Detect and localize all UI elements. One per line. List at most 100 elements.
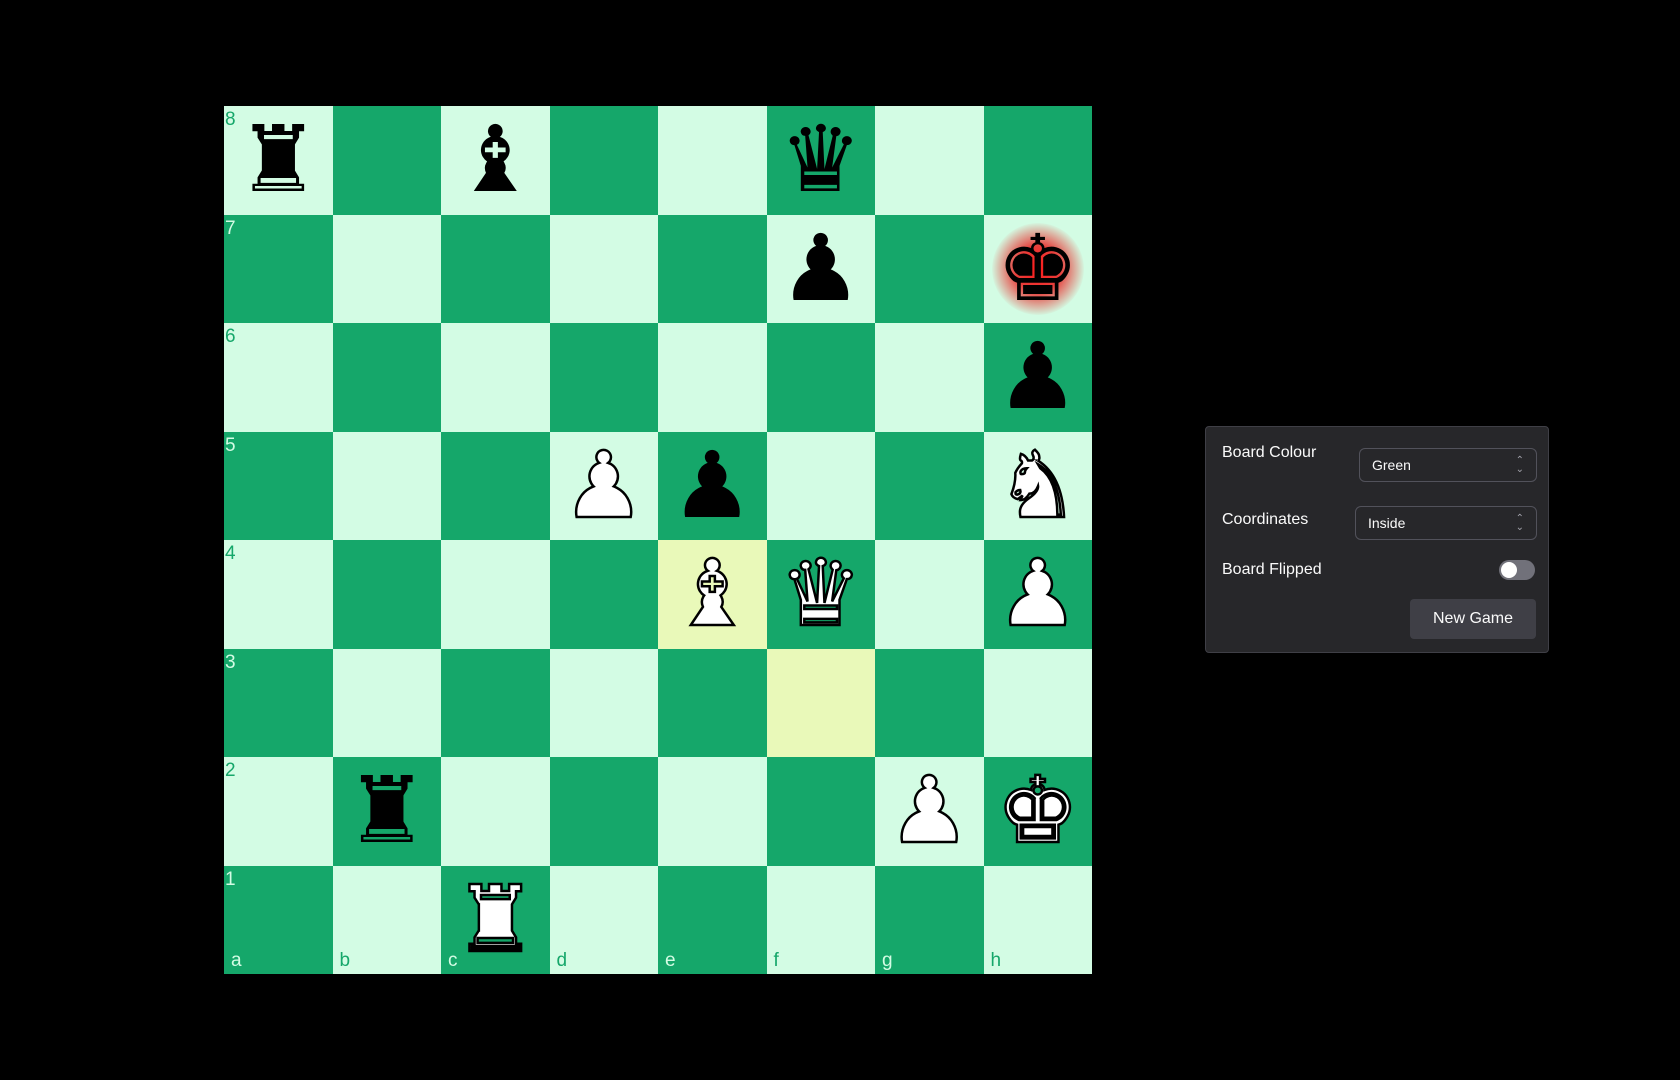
square-g8[interactable] bbox=[875, 106, 984, 215]
square-d2[interactable] bbox=[549, 757, 658, 866]
square-h7[interactable]: ♚ bbox=[983, 214, 1092, 323]
white-rook-c1[interactable]: ♜ bbox=[453, 872, 538, 967]
board-flipped-toggle[interactable] bbox=[1499, 560, 1535, 580]
file-label-g: g bbox=[882, 950, 893, 971]
rank-label-6: 6 bbox=[225, 326, 236, 347]
file-label-c: c bbox=[448, 950, 458, 971]
white-pawn-h4[interactable]: ♟ bbox=[995, 547, 1080, 642]
square-d7[interactable] bbox=[549, 214, 658, 323]
square-d5[interactable]: ♟ bbox=[549, 431, 658, 540]
file-label-d: d bbox=[556, 950, 568, 971]
rank-label-2: 2 bbox=[225, 760, 236, 781]
square-d6[interactable] bbox=[549, 323, 658, 432]
square-e6[interactable] bbox=[658, 323, 767, 432]
square-b5[interactable] bbox=[332, 431, 441, 540]
square-e5[interactable]: ♟ bbox=[658, 431, 767, 540]
black-bishop-c8[interactable]: ♝ bbox=[454, 114, 536, 206]
file-label-h: h bbox=[990, 950, 1002, 971]
chevron-up-down-icon: ⌃ ⌄ bbox=[1515, 455, 1524, 475]
square-e7[interactable] bbox=[658, 214, 767, 323]
square-a6[interactable]: 6 bbox=[224, 323, 333, 432]
black-rook-b2[interactable]: ♜ bbox=[346, 765, 428, 857]
square-d4[interactable] bbox=[549, 540, 658, 649]
square-f6[interactable] bbox=[766, 323, 875, 432]
rank-label-5: 5 bbox=[225, 434, 236, 456]
square-e3[interactable] bbox=[658, 648, 767, 757]
square-b4[interactable] bbox=[332, 540, 441, 649]
white-pawn-d5[interactable]: ♟ bbox=[561, 438, 646, 533]
square-b7[interactable] bbox=[332, 214, 441, 323]
white-bishop-e4[interactable]: ♝ bbox=[670, 547, 755, 642]
square-f5[interactable] bbox=[766, 431, 875, 540]
square-f1[interactable]: f bbox=[766, 865, 875, 974]
square-g6[interactable] bbox=[875, 323, 984, 432]
square-b1[interactable]: b bbox=[332, 865, 441, 974]
square-h1[interactable]: h bbox=[983, 865, 1092, 974]
square-f4[interactable]: ♛ bbox=[766, 540, 875, 649]
square-g5[interactable] bbox=[875, 431, 984, 540]
board-colour-label: Board Colour bbox=[1222, 444, 1317, 461]
square-c2[interactable] bbox=[441, 757, 550, 866]
board-colour-value: Green bbox=[1372, 457, 1411, 473]
square-c4[interactable] bbox=[441, 540, 550, 649]
square-b8[interactable] bbox=[332, 106, 441, 215]
black-rook-a8[interactable]: ♜ bbox=[237, 114, 319, 206]
square-b2[interactable]: ♜ bbox=[332, 757, 441, 866]
chevron-up-down-icon: ⌃ ⌄ bbox=[1515, 513, 1524, 533]
white-pawn-g2[interactable]: ♟ bbox=[887, 764, 972, 859]
square-a1[interactable]: 1a bbox=[224, 865, 333, 974]
new-game-button[interactable]: New Game bbox=[1410, 599, 1536, 639]
square-f3[interactable] bbox=[766, 648, 875, 757]
square-f7[interactable]: ♟ bbox=[766, 214, 875, 323]
square-b6[interactable] bbox=[332, 323, 441, 432]
square-e1[interactable]: e bbox=[658, 865, 767, 974]
square-c6[interactable] bbox=[441, 323, 550, 432]
square-c8[interactable]: ♝ bbox=[441, 106, 550, 215]
square-e4[interactable]: ♝ bbox=[658, 540, 767, 649]
square-f8[interactable]: ♛ bbox=[766, 106, 875, 215]
square-h8[interactable] bbox=[983, 106, 1092, 215]
chess-board: 8 ♜ ♝ ♛ 7 ♟ ♚ 6 ♟ 5 ♟ ♟ ♞ 4 ♝ ♛ ♟ 3 2 ♜ ♟ ♚ 1 a b c ♜ d e f g h bbox=[224, 106, 1092, 974]
square-a5[interactable]: 5 bbox=[224, 431, 333, 540]
black-pawn-f7[interactable]: ♟ bbox=[780, 222, 862, 315]
white-queen-f4[interactable]: ♛ bbox=[778, 547, 863, 642]
square-d3[interactable] bbox=[549, 648, 658, 757]
square-c5[interactable] bbox=[441, 431, 550, 540]
square-g7[interactable] bbox=[875, 214, 984, 323]
square-e8[interactable] bbox=[658, 106, 767, 215]
square-g1[interactable]: g bbox=[875, 865, 984, 974]
white-knight-h5[interactable]: ♞ bbox=[995, 438, 1080, 533]
file-label-a: a bbox=[231, 950, 242, 971]
square-a2[interactable]: 2 bbox=[224, 757, 333, 866]
board-colour-select[interactable]: Green ⌃ ⌄ bbox=[1359, 448, 1537, 482]
rank-label-1: 1 bbox=[225, 868, 236, 890]
square-h6[interactable]: ♟ bbox=[983, 323, 1092, 432]
square-e2[interactable] bbox=[658, 757, 767, 866]
white-king-h2[interactable]: ♚ bbox=[995, 764, 1080, 859]
square-c7[interactable] bbox=[441, 214, 550, 323]
coordinates-label: Coordinates bbox=[1222, 511, 1309, 528]
square-h4[interactable]: ♟ bbox=[983, 540, 1092, 649]
square-h5[interactable]: ♞ bbox=[983, 431, 1092, 540]
coordinates-select[interactable]: Inside ⌃ ⌄ bbox=[1355, 506, 1537, 540]
square-a3[interactable]: 3 bbox=[224, 648, 333, 757]
black-king-h7[interactable]: ♚ bbox=[997, 222, 1079, 315]
file-label-b: b bbox=[339, 950, 351, 971]
black-queen-f8[interactable]: ♛ bbox=[780, 114, 862, 206]
square-c1[interactable]: c ♜ bbox=[441, 865, 550, 974]
black-pawn-e5[interactable]: ♟ bbox=[671, 439, 753, 532]
square-c3[interactable] bbox=[441, 648, 550, 757]
square-a4[interactable]: 4 bbox=[224, 540, 333, 649]
square-h3[interactable] bbox=[983, 648, 1092, 757]
square-b3[interactable] bbox=[332, 648, 441, 757]
square-a8[interactable]: 8 ♜ bbox=[224, 106, 333, 215]
square-a7[interactable]: 7 bbox=[224, 214, 333, 323]
square-g2[interactable]: ♟ bbox=[875, 757, 984, 866]
square-g3[interactable] bbox=[875, 648, 984, 757]
square-d1[interactable]: d bbox=[549, 865, 658, 974]
square-h2[interactable]: ♚ bbox=[983, 757, 1092, 866]
square-f2[interactable] bbox=[766, 757, 875, 866]
black-pawn-h6[interactable]: ♟ bbox=[997, 331, 1079, 423]
square-d8[interactable] bbox=[549, 106, 658, 215]
square-g4[interactable] bbox=[875, 540, 984, 649]
